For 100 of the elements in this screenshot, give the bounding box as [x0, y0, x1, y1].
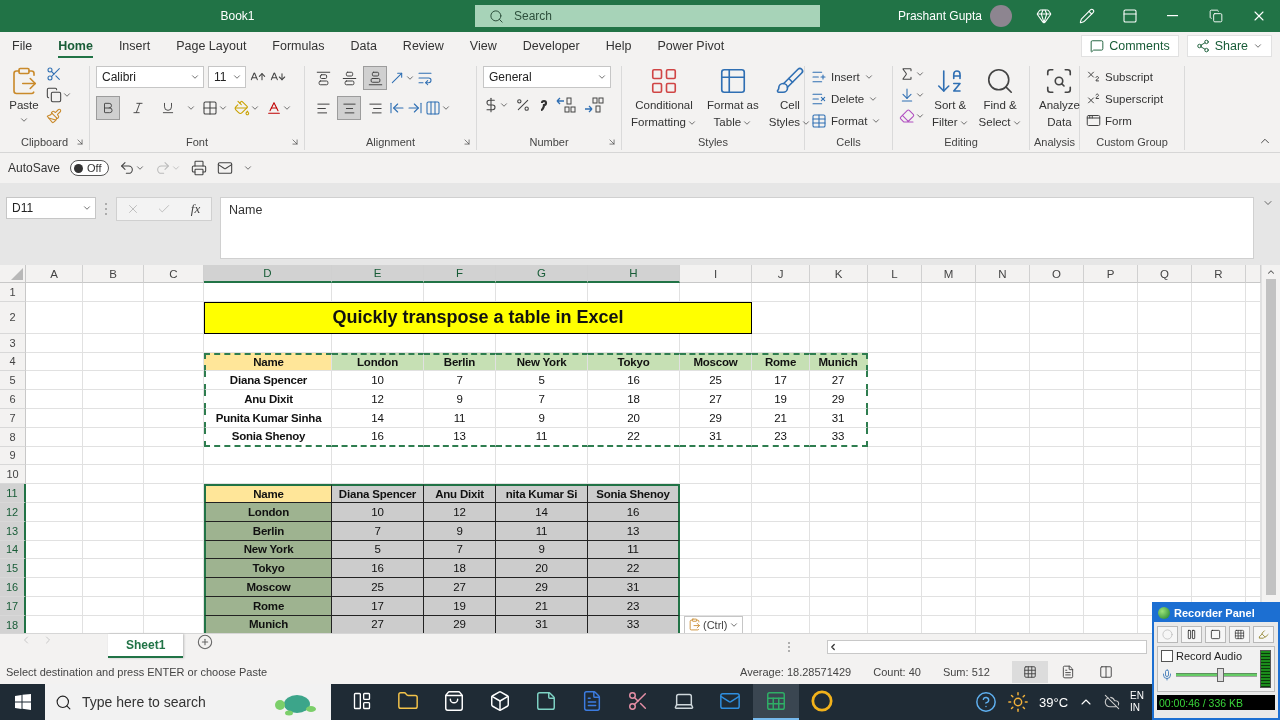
table-cell: 12 [332, 390, 424, 409]
table-cell: 31 [588, 578, 680, 597]
sheet-tab[interactable]: Sheet1 [108, 634, 184, 658]
table-cell: 16 [588, 371, 680, 391]
row-number[interactable]: 11 [0, 484, 26, 503]
row-number[interactable]: 5 [0, 371, 26, 391]
table-cell: 27 [680, 390, 752, 409]
table-cell: Tokyo [204, 559, 332, 579]
column-header[interactable]: G [496, 265, 588, 283]
panel-title: Recorder Panel [1174, 607, 1255, 619]
taskbar-search-field[interactable]: Type here to search [82, 684, 261, 720]
ribbon-tab[interactable]: Help [605, 34, 632, 58]
row-number[interactable]: 10 [0, 465, 26, 485]
table-cell: 27 [424, 578, 496, 597]
row-number[interactable]: 16 [0, 578, 26, 597]
checkbox-label: Record Audio [1176, 650, 1243, 662]
table-cell: 7 [496, 390, 588, 409]
column-header[interactable]: B [83, 265, 144, 283]
font-name-box[interactable]: Calibri [96, 66, 204, 88]
ribbon-tab[interactable]: View [469, 34, 497, 58]
ribbon-tab[interactable]: Review [402, 34, 444, 58]
column-header[interactable]: E [332, 265, 424, 283]
column-header[interactable]: C [144, 265, 204, 283]
title-cell: Quickly transpose a table in Excel [204, 301, 752, 334]
ribbon-tab[interactable]: Developer [522, 34, 580, 58]
column-header[interactable]: O [1030, 265, 1084, 283]
group-label: Custom Group [1096, 136, 1168, 148]
status-average: Average: 18.28571429 [740, 666, 852, 678]
column-header[interactable]: L [868, 265, 922, 283]
column-header[interactable]: R [1192, 265, 1246, 283]
column-header[interactable]: A [26, 265, 83, 283]
name-box-field[interactable]: D11 [6, 197, 96, 219]
column-header[interactable]: P [1084, 265, 1138, 283]
ribbon-button[interactable]: Superscript [1086, 88, 1164, 109]
table-cell: 22 [588, 559, 680, 579]
column-header[interactable]: J [752, 265, 810, 283]
ribbon-button[interactable]: Sort & Filter [929, 66, 972, 130]
table-cell: 9 [424, 390, 496, 409]
table-cell: 18 [424, 559, 496, 579]
group-label: Editing [944, 136, 978, 148]
status-message: Select destination and press ENTER or choose Paste [6, 666, 268, 678]
table-cell: Moscow [204, 578, 332, 597]
user-name: Prashant Gupta [897, 9, 982, 23]
row-number[interactable]: 6 [0, 390, 26, 409]
table-cell: 5 [496, 371, 588, 391]
ribbon-button[interactable]: Conditional Formatting [628, 66, 700, 130]
share-button[interactable]: Share [1186, 35, 1272, 57]
insert-function-button[interactable]: fx [188, 201, 203, 217]
ribbon-tab[interactable]: Power Pivot [657, 34, 725, 58]
name-box[interactable]: D11 [7, 198, 82, 218]
ribbon-button[interactable]: Analyze Data [1036, 66, 1083, 130]
row-number[interactable]: 1 [0, 283, 26, 302]
number-format-field[interactable]: General [484, 67, 597, 87]
language-indicator[interactable]: IN [1130, 702, 1144, 714]
paste-button[interactable]: Paste [6, 66, 42, 125]
ribbon-tab[interactable]: Page Layout [176, 34, 247, 58]
column-header[interactable]: F [424, 265, 496, 283]
recording-timer: 00:00:46 / 336 KB [1157, 695, 1275, 710]
table-cell: 17 [752, 371, 810, 391]
number-format-box[interactable]: General [483, 66, 611, 88]
comments-button[interactable]: Comments [1081, 35, 1179, 57]
language-indicator[interactable]: EN [1130, 690, 1144, 702]
table-cell: 18 [588, 390, 680, 409]
column-header[interactable]: H [588, 265, 680, 283]
ribbon-tab[interactable]: Insert [118, 34, 151, 58]
table-cell: 7 [424, 371, 496, 391]
formula-field[interactable]: Name [221, 198, 1253, 258]
font-name-field[interactable]: Calibri [97, 67, 190, 87]
header-cell: Diana Spencer [332, 484, 424, 503]
ribbon-tab[interactable]: Formulas [272, 34, 325, 58]
column-header[interactable]: K [810, 265, 868, 283]
taskbar-search-box[interactable]: Type here to search [45, 684, 331, 720]
row-number[interactable]: 15 [0, 559, 26, 579]
group-label: Styles [698, 136, 728, 148]
column-header[interactable]: N [976, 265, 1030, 283]
header-cell: Sonia Shenoy [588, 484, 680, 503]
ribbon-tab[interactable]: Data [350, 34, 377, 58]
header-cell: Anu Dixit [424, 484, 496, 503]
autosave-toggle[interactable]: Off [70, 160, 109, 176]
column-header[interactable]: M [922, 265, 976, 283]
row-number[interactable]: 2 [0, 301, 26, 334]
group-label: Alignment [366, 136, 415, 148]
column-header[interactable]: D [204, 265, 332, 283]
column-header[interactable]: I [680, 265, 752, 283]
ribbon-button[interactable]: Find & Select [975, 66, 1025, 130]
group-label: Font [186, 136, 208, 148]
table-cell: 20 [496, 559, 588, 579]
ribbon-tab[interactable]: File [12, 34, 33, 58]
font-size-field[interactable]: 11 [209, 67, 232, 87]
table-cell: 29 [496, 578, 588, 597]
ribbon-button[interactable]: Format as Table [703, 66, 762, 130]
column-header[interactable]: Q [1138, 265, 1192, 283]
ribbon-button[interactable]: Form [1086, 110, 1164, 131]
header-cell: Name [204, 484, 332, 503]
ribbon-button[interactable]: Subscript [1086, 66, 1164, 87]
ribbon-tab[interactable]: Home [58, 34, 93, 58]
table-cell: 16 [332, 559, 424, 579]
group-label: Clipboard [20, 136, 69, 148]
group-label: Number [529, 136, 569, 148]
font-size-box[interactable]: 11 [208, 66, 246, 88]
